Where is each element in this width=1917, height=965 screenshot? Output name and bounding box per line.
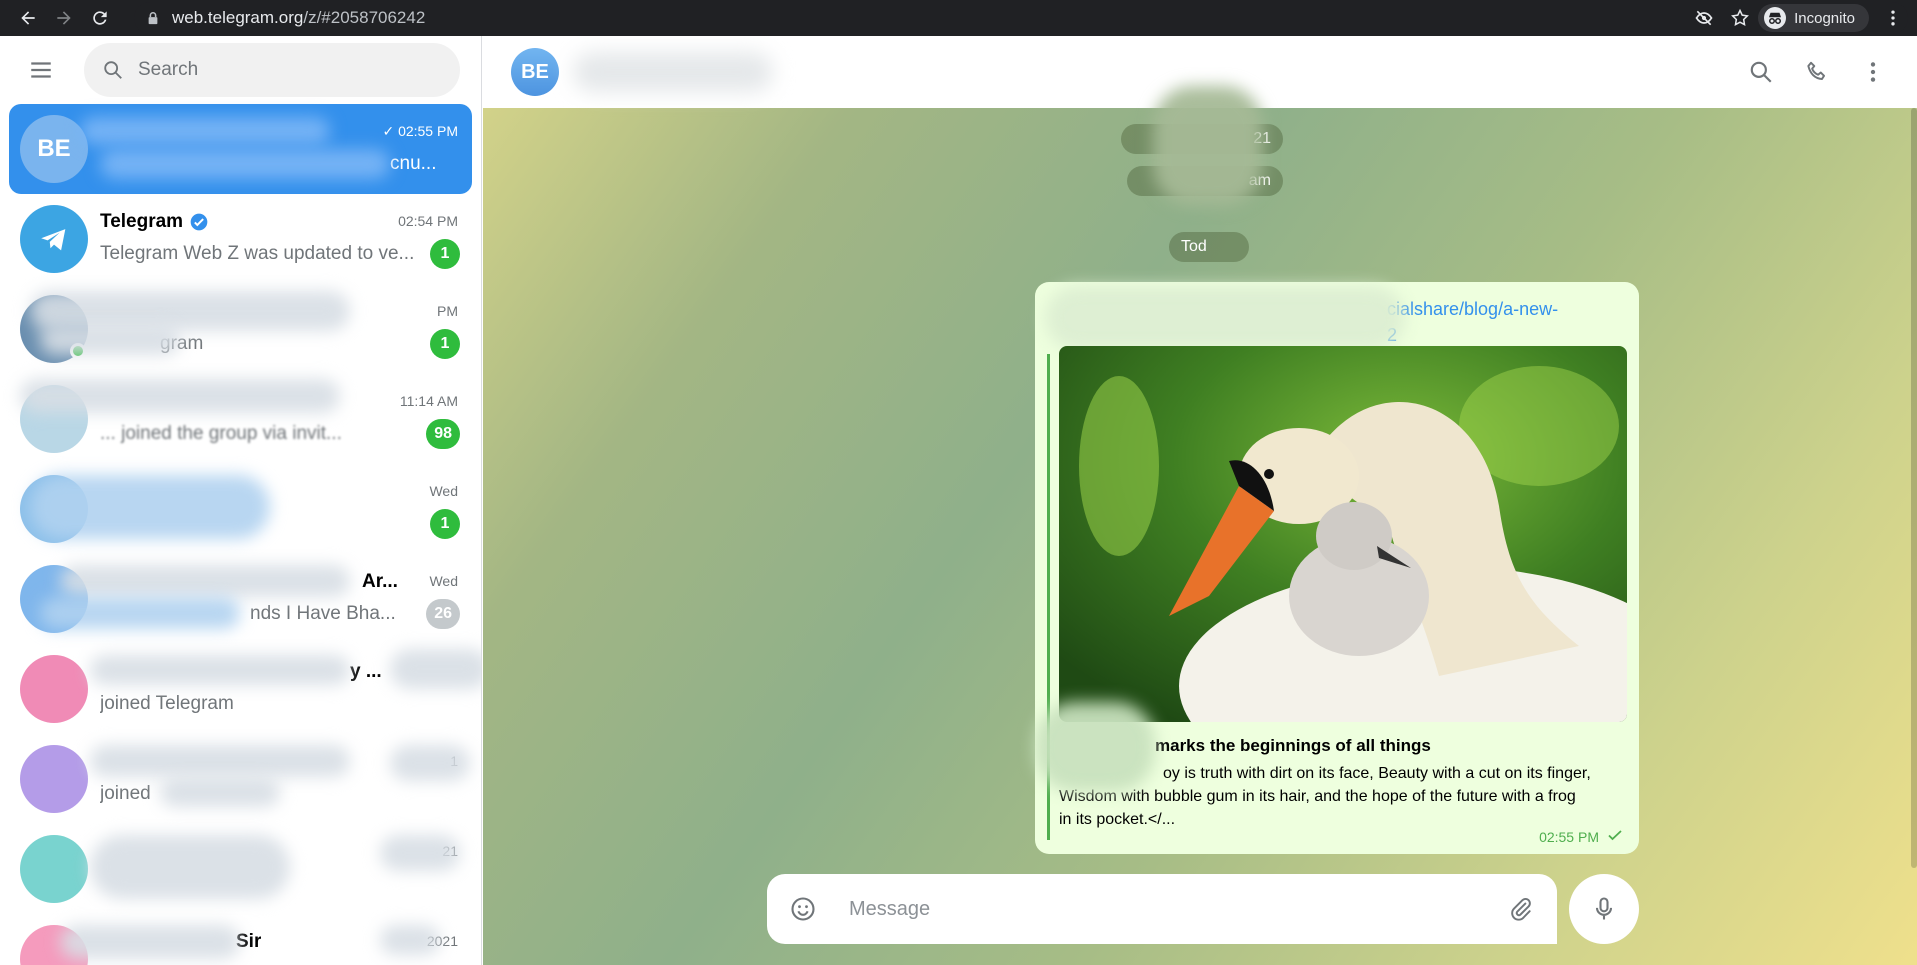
back-button[interactable] [10,0,46,36]
sidebar-header [0,36,481,104]
voice-message-button[interactable] [1569,874,1639,944]
outgoing-message[interactable]: cialshare/blog/a-new- 2 [1035,282,1639,854]
chat-scrollbar[interactable] [1911,108,1917,868]
search-chat-button[interactable] [1733,44,1789,100]
chat-preview: cnu... [390,153,437,174]
chat-avatar[interactable]: BE [511,48,559,96]
chat-title: y ... [350,661,382,682]
address-bar[interactable]: web.telegram.org/z/#2058706242 [134,2,1908,34]
message-time: 02:55 PM [1539,828,1599,845]
reload-button[interactable] [82,0,118,36]
message-input[interactable] [849,897,1493,921]
chat-sidebar: BE ✓ 02:55 PM cnu... Telegram [0,36,482,965]
chat-item[interactable]: 1 joined [9,734,472,824]
message-meta: 02:55 PM [1539,827,1623,846]
chat-time: ✓ 02:55 PM [382,123,458,139]
attach-button[interactable] [1493,881,1549,937]
tracking-off-icon[interactable] [1686,0,1722,36]
telegram-plane-icon [41,229,66,251]
chat-item[interactable]: PM gram 1 [9,284,472,374]
chat-item[interactable]: 21 [9,824,472,914]
chat-item[interactable]: Wed 1 [9,464,472,554]
paperclip-icon [1511,897,1531,921]
url-text: web.telegram.org/z/#2058706242 [172,8,426,27]
message-link[interactable]: cialshare/blog/a-new- 2 [1387,296,1558,348]
avatar [20,745,88,813]
search-icon [1750,61,1772,83]
search-box[interactable] [84,43,460,97]
microphone-icon [1595,897,1613,920]
swan-image [1059,346,1627,722]
call-button[interactable] [1789,44,1845,100]
hamburger-icon [31,62,51,78]
incognito-icon [1764,7,1787,29]
chat-time: PM [437,303,458,319]
chat-preview: Telegram Web Z was updated to ve... [100,243,415,264]
chat-item[interactable]: Ar... Wed nds I Have Bha... 26 [9,554,472,644]
chat-time: 02:54 PM [398,213,458,229]
chat-title: Ar... [362,571,398,592]
bookmark-star-icon[interactable] [1722,0,1758,36]
phone-icon [1807,61,1826,81]
chat-list: BE ✓ 02:55 PM cnu... Telegram 02:54 PM T… [0,104,481,965]
chat-time: Wed [429,573,458,589]
incognito-label: Incognito [1794,9,1855,27]
telegram-avatar [20,205,88,273]
read-check-icon [1607,827,1623,846]
chat-item-active[interactable]: BE ✓ 02:55 PM cnu... [9,104,472,194]
chat-title: Telegram [100,211,209,233]
chat-item[interactable]: Sir 2021 [9,914,472,965]
chat-item-telegram[interactable]: Telegram 02:54 PM Telegram Web Z was upd… [9,194,472,284]
emoji-button[interactable] [775,881,831,937]
link-preview-image[interactable] [1059,346,1627,722]
link-preview-title: marks the beginnings of all things [1155,736,1431,755]
unread-badge: 98 [426,419,460,449]
smile-icon [791,897,815,921]
chat-time: 11:14 AM [399,393,458,409]
browser-toolbar: web.telegram.org/z/#2058706242 Incognito [0,0,1917,36]
verified-badge-icon [189,212,209,232]
more-vertical-icon [1870,62,1876,82]
chat-panel: BE 21 am Tod cialshare/blog/a-new- 2 [483,36,1917,965]
search-input[interactable] [138,59,418,81]
unread-badge: 1 [430,239,460,269]
chat-preview: nds I Have Bha... [250,603,396,624]
more-options-button[interactable] [1845,44,1901,100]
read-check-icon: ✓ [382,123,399,139]
chat-title-blurred[interactable] [573,52,773,92]
avatar: BE [20,115,88,183]
unread-badge-muted: 26 [426,599,460,629]
chat-preview: joined [100,783,151,804]
browser-menu-icon[interactable] [1875,0,1911,36]
chat-time: Wed [429,483,458,499]
search-icon [102,59,124,81]
lock-icon [146,10,162,26]
unread-badge: 1 [430,329,460,359]
avatar [20,655,88,723]
unread-badge: 1 [430,509,460,539]
incognito-badge[interactable]: Incognito [1758,4,1869,32]
hamburger-menu-button[interactable] [13,42,69,98]
chat-item[interactable]: 11:14 AM ... joined the group via invit.… [9,374,472,464]
forward-button[interactable] [46,0,82,36]
forward-arrow-icon [57,11,71,25]
chat-preview: joined Telegram [100,693,234,714]
reload-icon [93,11,107,25]
chat-item[interactable]: y ... joined Telegram [9,644,481,734]
chat-preview: ... joined the group via invit... [100,423,342,444]
back-arrow-icon [21,11,35,25]
date-divider-today: Tod [1169,232,1249,262]
message-composer[interactable] [767,874,1557,944]
avatar [20,835,88,903]
